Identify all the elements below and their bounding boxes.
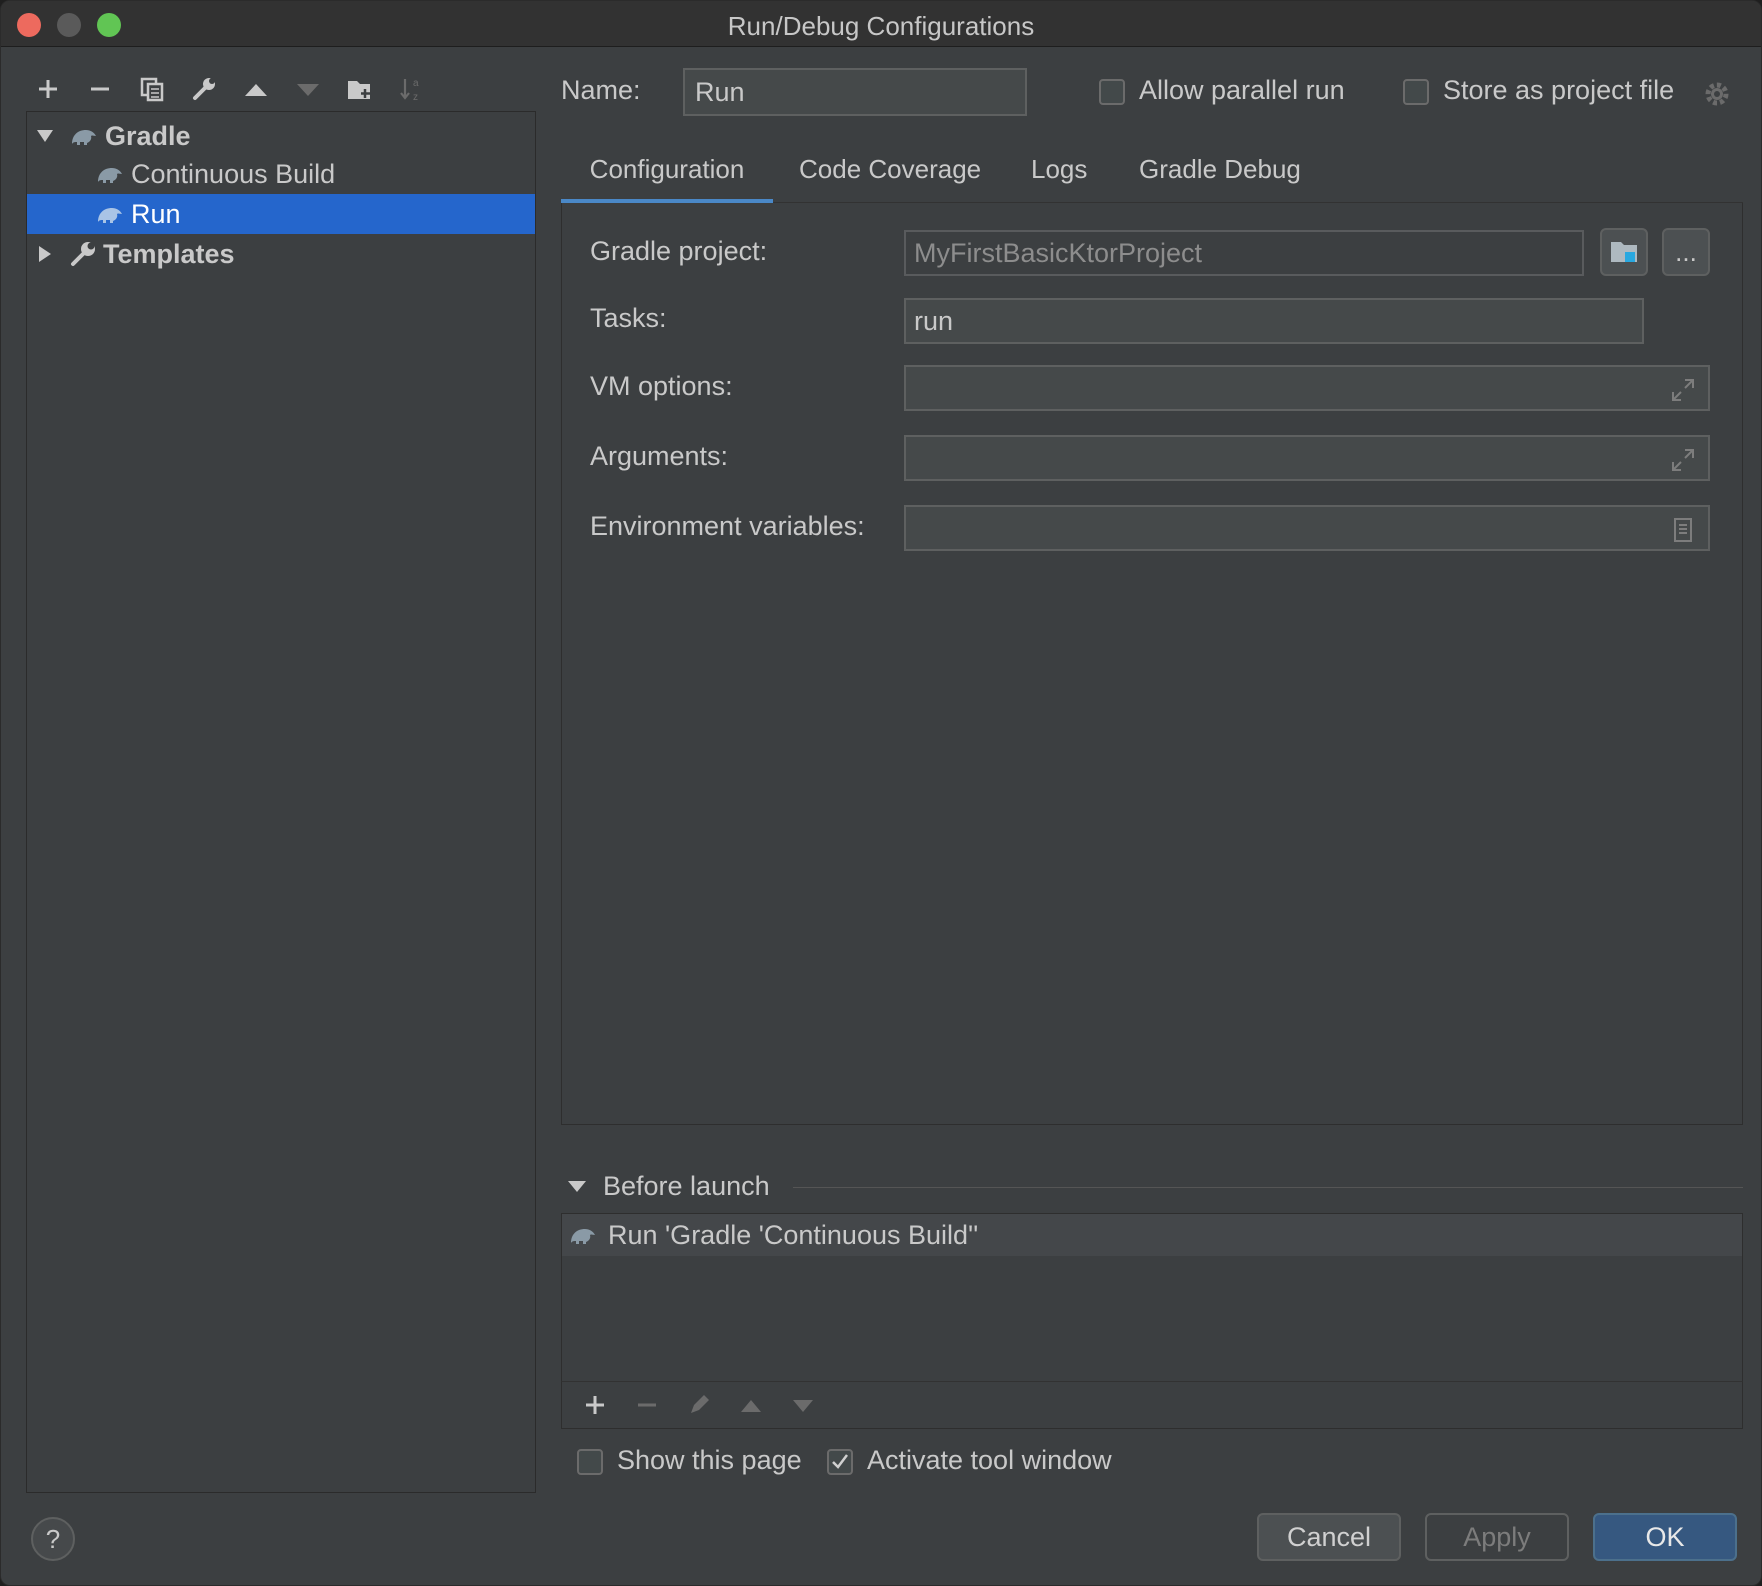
store-project-checkbox[interactable] bbox=[1403, 79, 1429, 105]
config-toolbar: az bbox=[29, 65, 431, 113]
document-icon[interactable] bbox=[1670, 517, 1696, 543]
before-launch-toolbar bbox=[561, 1381, 1743, 1429]
run-debug-dialog: Run/Debug Configurations az Gradle Conti… bbox=[0, 0, 1762, 1586]
tab-configuration[interactable]: Configuration bbox=[561, 151, 773, 203]
expand-icon[interactable] bbox=[1670, 377, 1696, 403]
show-page-label: Show this page bbox=[617, 1445, 802, 1475]
move-down-icon[interactable] bbox=[289, 70, 327, 108]
gradle-icon bbox=[98, 168, 122, 183]
ok-button[interactable]: OK bbox=[1593, 1513, 1737, 1561]
tree-item-run[interactable]: Run bbox=[27, 194, 535, 234]
copy-icon[interactable] bbox=[133, 70, 171, 108]
vm-options-label: VM options: bbox=[590, 371, 733, 401]
cancel-button[interactable]: Cancel bbox=[1257, 1513, 1401, 1561]
arguments-input[interactable] bbox=[904, 435, 1710, 481]
tree-label-continuous-build: Continuous Build bbox=[131, 158, 336, 189]
tree-item-continuous-build[interactable]: Continuous Build bbox=[27, 154, 535, 194]
remove-icon[interactable] bbox=[628, 1386, 666, 1424]
move-up-icon[interactable] bbox=[732, 1386, 770, 1424]
activate-tool-window-label: Activate tool window bbox=[867, 1445, 1112, 1475]
window-title: Run/Debug Configurations bbox=[727, 11, 1035, 41]
remove-icon[interactable] bbox=[81, 70, 119, 108]
show-page-checkbox[interactable] bbox=[577, 1449, 603, 1475]
move-up-icon[interactable] bbox=[237, 70, 275, 108]
gradle-project-field[interactable]: MyFirstBasicKtorProject bbox=[904, 230, 1584, 276]
environment-variables-input[interactable] bbox=[904, 505, 1710, 551]
chevron-down-icon[interactable] bbox=[35, 126, 55, 146]
svg-text:a: a bbox=[413, 78, 419, 89]
checkmark-icon bbox=[832, 1454, 848, 1469]
store-project-label: Store as project file bbox=[1443, 75, 1675, 105]
move-down-icon[interactable] bbox=[784, 1386, 822, 1424]
tree-item-gradle[interactable]: Gradle bbox=[27, 116, 535, 156]
sort-icon[interactable]: az bbox=[393, 70, 431, 108]
allow-parallel-label: Allow parallel run bbox=[1139, 75, 1345, 105]
folder-icon bbox=[1611, 242, 1637, 262]
tree-label-templates: Templates bbox=[103, 238, 235, 269]
activate-tool-window-checkbox[interactable] bbox=[827, 1449, 853, 1475]
gradle-project-label: Gradle project: bbox=[590, 236, 768, 266]
environment-variables-label: Environment variables: bbox=[590, 511, 865, 541]
tree-label-run: Run bbox=[131, 198, 181, 229]
config-tree: Gradle Continuous Build Run Templates bbox=[26, 111, 536, 1493]
more-options-button[interactable]: ... bbox=[1662, 228, 1710, 276]
arguments-label: Arguments: bbox=[590, 441, 729, 471]
gradle-icon bbox=[571, 1229, 595, 1244]
separator bbox=[793, 1187, 1743, 1188]
tasks-label: Tasks: bbox=[590, 303, 667, 333]
tab-code-coverage[interactable]: Code Coverage bbox=[799, 151, 981, 203]
add-icon[interactable] bbox=[29, 70, 67, 108]
wrench-icon[interactable] bbox=[185, 70, 223, 108]
configuration-panel: Gradle project: MyFirstBasicKtorProject … bbox=[561, 203, 1743, 1125]
gear-icon[interactable] bbox=[1703, 80, 1731, 108]
config-tabs: Configuration Code Coverage Logs Gradle … bbox=[561, 151, 1743, 203]
tree-label-gradle: Gradle bbox=[105, 120, 191, 151]
allow-parallel-checkbox[interactable] bbox=[1099, 79, 1125, 105]
tab-gradle-debug[interactable]: Gradle Debug bbox=[1139, 151, 1301, 203]
new-folder-icon[interactable] bbox=[341, 70, 379, 108]
apply-button[interactable]: Apply bbox=[1425, 1513, 1569, 1561]
wrench-icon bbox=[71, 242, 95, 266]
gradle-icon bbox=[98, 208, 122, 223]
browse-project-button[interactable] bbox=[1600, 228, 1648, 276]
before-launch-header[interactable]: Before launch bbox=[567, 1171, 770, 1202]
chevron-right-icon[interactable] bbox=[35, 244, 55, 264]
gradle-icon bbox=[72, 130, 96, 145]
tasks-input[interactable]: run bbox=[904, 298, 1644, 344]
add-icon[interactable] bbox=[576, 1386, 614, 1424]
before-launch-title: Before launch bbox=[603, 1171, 770, 1201]
title-bar: Run/Debug Configurations bbox=[1, 1, 1761, 47]
before-launch-item-label: Run 'Gradle 'Continuous Build'' bbox=[608, 1219, 979, 1250]
name-input[interactable]: Run bbox=[683, 68, 1027, 116]
expand-icon[interactable] bbox=[1670, 447, 1696, 473]
list-item[interactable]: Run 'Gradle 'Continuous Build'' bbox=[562, 1214, 1742, 1256]
tab-logs[interactable]: Logs bbox=[1031, 151, 1087, 203]
help-button[interactable]: ? bbox=[31, 1517, 75, 1561]
vm-options-input[interactable] bbox=[904, 365, 1710, 411]
name-label: Name: bbox=[561, 75, 641, 105]
edit-icon[interactable] bbox=[680, 1386, 718, 1424]
tree-item-templates[interactable]: Templates bbox=[27, 234, 535, 274]
svg-text:z: z bbox=[413, 92, 418, 103]
chevron-down-icon[interactable] bbox=[567, 1180, 587, 1194]
